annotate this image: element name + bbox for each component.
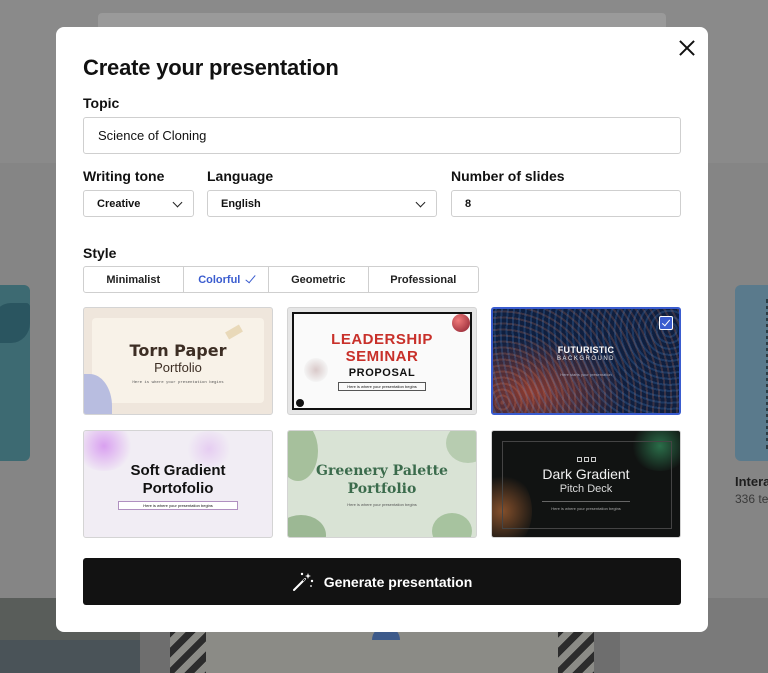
template-caption: Here starts your presentation: [560, 372, 612, 377]
divider: [542, 501, 630, 502]
template-title: Torn Paper: [129, 341, 227, 360]
dialog-title: Create your presentation: [83, 55, 339, 80]
close-icon[interactable]: [676, 37, 698, 59]
style-tab-label: Geometric: [291, 273, 346, 286]
template-caption: Here is where your presentation begins: [551, 506, 621, 511]
template-caption: Here is where your presentation begins: [338, 382, 426, 391]
background-card-count: 336 te: [735, 492, 768, 506]
template-title: Dark Gradient: [542, 466, 630, 482]
template-card-soft-gradient[interactable]: Soft Gradient Portofolio Here is where y…: [83, 430, 273, 538]
writing-tone-select[interactable]: Creative: [83, 190, 194, 217]
generate-presentation-button[interactable]: Generate presentation: [83, 558, 681, 605]
template-title: Soft Gradient Portofolio: [130, 462, 226, 497]
background-template-card-right: [735, 285, 768, 461]
topic-input-value: Science of Cloning: [98, 128, 207, 143]
template-subtitle: Pitch Deck: [559, 483, 613, 495]
style-tab-label: Professional: [390, 273, 457, 286]
template-subtitle: Portfolio: [154, 360, 202, 375]
language-value: English: [221, 197, 261, 210]
template-title: FUTURISTIC: [557, 345, 615, 355]
writing-tone-value: Creative: [97, 197, 141, 210]
style-tab-colorful[interactable]: Colorful: [184, 267, 270, 292]
template-caption: Here is where your presentation begins: [132, 381, 224, 385]
style-tab-geometric[interactable]: Geometric: [269, 267, 369, 292]
number-of-slides-value: 8: [465, 197, 472, 210]
background-card-title: Intera: [735, 474, 768, 489]
writing-tone-label: Writing tone: [83, 168, 165, 184]
style-tab-professional[interactable]: Professional: [369, 267, 478, 292]
language-select[interactable]: English: [207, 190, 437, 217]
decorative-squares: [576, 457, 596, 462]
template-caption: Here is where your presentation begins: [118, 501, 238, 510]
chevron-down-icon: [172, 197, 183, 208]
language-label: Language: [207, 168, 274, 184]
template-card-torn-paper[interactable]: Torn Paper Portfolio Here is where your …: [83, 307, 273, 415]
style-tabs: Minimalist Colorful Geometric Profession…: [83, 266, 479, 293]
template-caption: Here is where your presentation begins: [347, 501, 417, 507]
check-icon: [245, 272, 256, 284]
create-presentation-dialog: Create your presentation Topic Science o…: [56, 27, 708, 632]
background-template-card-left: [0, 285, 30, 461]
template-subtitle: PROPOSAL: [348, 367, 416, 379]
template-title: LEADERSHIP SEMINAR: [331, 331, 433, 365]
topic-input[interactable]: Science of Cloning: [83, 117, 681, 154]
template-card-greenery-palette[interactable]: Greenery Palette Portfolio Here is where…: [287, 430, 477, 538]
template-card-leadership-seminar[interactable]: LEADERSHIP SEMINAR PROPOSAL Here is wher…: [287, 307, 477, 415]
style-tab-label: Colorful: [198, 273, 241, 286]
template-card-dark-gradient[interactable]: Dark Gradient Pitch Deck Here is where y…: [491, 430, 681, 538]
template-title: Greenery Palette Portfolio: [316, 462, 448, 497]
style-tab-label: Minimalist: [106, 273, 161, 286]
magic-wand-icon: [292, 572, 314, 592]
style-tab-minimalist[interactable]: Minimalist: [84, 267, 184, 292]
generate-presentation-label: Generate presentation: [323, 573, 473, 590]
chevron-down-icon: [415, 197, 426, 208]
number-of-slides-label: Number of slides: [451, 168, 565, 184]
number-of-slides-input[interactable]: 8: [451, 190, 681, 217]
style-label: Style: [83, 245, 117, 261]
topic-label: Topic: [83, 95, 120, 111]
template-subtitle: BACKGROUND: [556, 356, 615, 362]
template-card-futuristic-background[interactable]: FUTURISTIC BACKGROUND Here starts your p…: [491, 307, 681, 415]
